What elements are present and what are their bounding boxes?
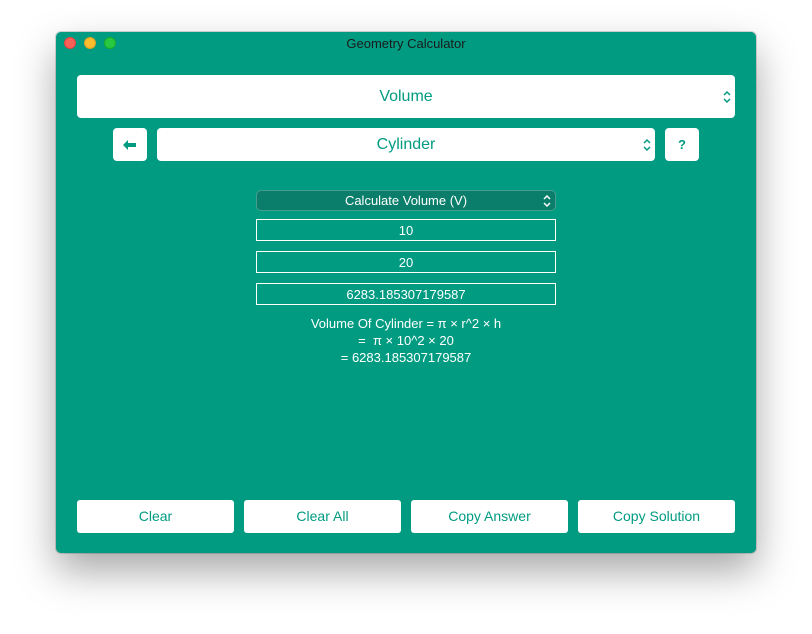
chevron-updown-icon [643,138,651,151]
calculation-select-value: Calculate Volume (V) [344,193,468,208]
shape-select[interactable]: Cylinder [157,128,655,161]
arrow-left-icon [123,139,136,150]
copy-answer-button[interactable]: Copy Answer [411,500,568,533]
solution-text: Volume Of Cylinder = π × r^2 × h = π × 1… [206,315,606,366]
app-window: Geometry Calculator Volume Cylinder ? Ca… [56,32,756,553]
result-field[interactable] [256,283,556,305]
help-button[interactable]: ? [665,128,699,161]
radius-field[interactable] [256,219,556,241]
clear-button[interactable]: Clear [77,500,234,533]
height-field[interactable] [256,251,556,273]
back-button[interactable] [113,128,147,161]
solution-line-formula: Volume Of Cylinder = π × r^2 × h [310,316,502,331]
window-title: Geometry Calculator [346,36,466,51]
solution-line-substitution: = π × 10^2 × 20 [358,333,454,348]
solution-line-result: = 6283.185307179587 [340,350,472,365]
chevron-updown-icon [543,194,551,207]
shape-select-value: Cylinder [376,136,436,153]
category-select[interactable]: Volume [77,75,735,118]
clear-all-button[interactable]: Clear All [244,500,401,533]
title-bar: Geometry Calculator [56,32,756,54]
category-select-value: Volume [379,88,433,105]
help-button-label: ? [678,137,686,152]
copy-solution-button[interactable]: Copy Solution [578,500,735,533]
chevron-updown-icon [723,90,731,103]
calculation-select[interactable]: Calculate Volume (V) [256,190,556,211]
